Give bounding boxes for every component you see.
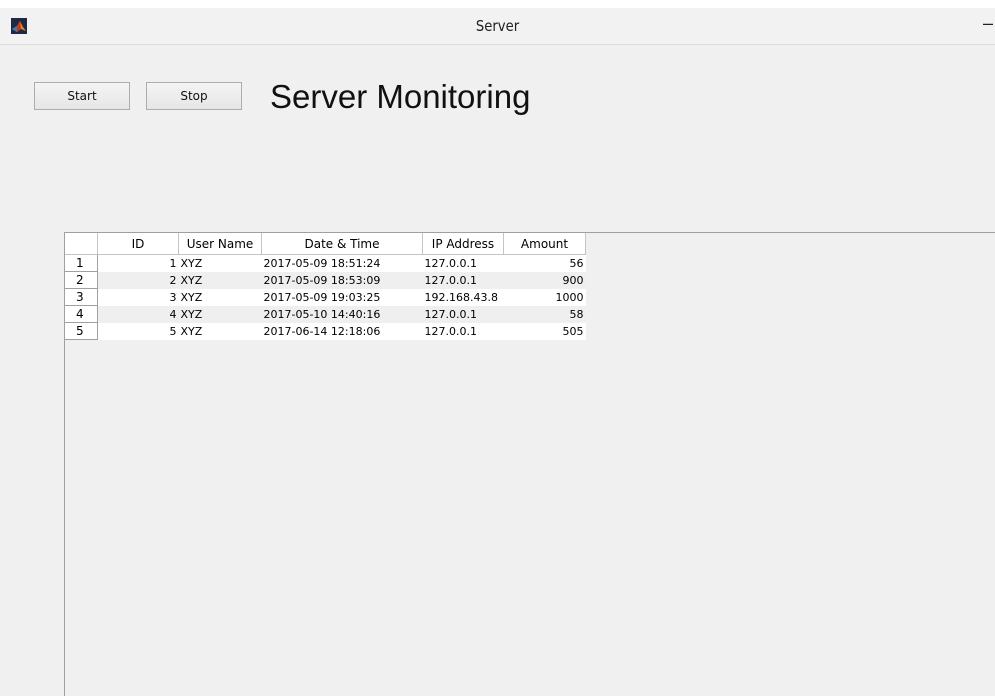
page-title: Server Monitoring	[270, 78, 531, 115]
row-number[interactable]: 5	[65, 322, 98, 340]
cell-user-name[interactable]: XYZ	[178, 271, 262, 289]
table-row[interactable]: 1 1 XYZ 2017-05-09 18:51:24 127.0.0.1 56	[65, 254, 586, 272]
table-row[interactable]: 4 4 XYZ 2017-05-10 14:40:16 127.0.0.1 58	[65, 305, 586, 323]
cell-amount[interactable]: 56	[503, 254, 586, 272]
table-row[interactable]: 3 3 XYZ 2017-05-09 19:03:25 192.168.43.8…	[65, 288, 586, 306]
cell-user-name[interactable]: XYZ	[178, 305, 262, 323]
cell-id[interactable]: 2	[97, 271, 179, 289]
cell-amount[interactable]: 1000	[503, 288, 586, 306]
cell-ip-address[interactable]: 127.0.0.1	[422, 305, 504, 323]
cell-ip-address[interactable]: 127.0.0.1	[422, 271, 504, 289]
table-header-row: ID User Name Date & Time IP Address Amou…	[65, 233, 586, 255]
column-header-amount[interactable]: Amount	[503, 233, 586, 255]
corner-header	[65, 233, 98, 255]
start-button[interactable]: Start	[34, 82, 130, 110]
stop-button[interactable]: Stop	[146, 82, 242, 110]
cell-user-name[interactable]: XYZ	[178, 254, 262, 272]
row-number[interactable]: 3	[65, 288, 98, 306]
cell-date-time[interactable]: 2017-05-09 18:51:24	[261, 254, 423, 272]
cell-date-time[interactable]: 2017-06-14 12:18:06	[261, 322, 423, 340]
server-log-table: ID User Name Date & Time IP Address Amou…	[65, 233, 586, 340]
cell-user-name[interactable]: XYZ	[178, 288, 262, 306]
title-bar: Server –	[0, 8, 995, 45]
column-header-date-time[interactable]: Date & Time	[261, 233, 423, 255]
row-number[interactable]: 4	[65, 305, 98, 323]
cell-id[interactable]: 3	[97, 288, 179, 306]
cell-user-name[interactable]: XYZ	[178, 322, 262, 340]
row-number[interactable]: 2	[65, 271, 98, 289]
server-window: Server – Start Stop Server Monitoring ID…	[0, 8, 995, 696]
minimize-button[interactable]: –	[983, 14, 995, 34]
cell-amount[interactable]: 505	[503, 322, 586, 340]
cell-id[interactable]: 1	[97, 254, 179, 272]
window-title: Server	[475, 17, 520, 35]
cell-amount[interactable]: 58	[503, 305, 586, 323]
data-table[interactable]: ID User Name Date & Time IP Address Amou…	[64, 232, 995, 696]
cell-date-time[interactable]: 2017-05-09 18:53:09	[261, 271, 423, 289]
cell-date-time[interactable]: 2017-05-10 14:40:16	[261, 305, 423, 323]
column-header-ip-address[interactable]: IP Address	[422, 233, 504, 255]
cell-ip-address[interactable]: 192.168.43.8	[422, 288, 504, 306]
cell-ip-address[interactable]: 127.0.0.1	[422, 254, 504, 272]
cell-amount[interactable]: 900	[503, 271, 586, 289]
cell-ip-address[interactable]: 127.0.0.1	[422, 322, 504, 340]
cell-date-time[interactable]: 2017-05-09 19:03:25	[261, 288, 423, 306]
column-header-id[interactable]: ID	[97, 233, 179, 255]
table-row[interactable]: 2 2 XYZ 2017-05-09 18:53:09 127.0.0.1 90…	[65, 271, 586, 289]
cell-id[interactable]: 5	[97, 322, 179, 340]
row-number[interactable]: 1	[65, 254, 98, 272]
column-header-user-name[interactable]: User Name	[178, 233, 262, 255]
table-row[interactable]: 5 5 XYZ 2017-06-14 12:18:06 127.0.0.1 50…	[65, 322, 586, 340]
cell-id[interactable]: 4	[97, 305, 179, 323]
matlab-icon	[11, 18, 27, 34]
